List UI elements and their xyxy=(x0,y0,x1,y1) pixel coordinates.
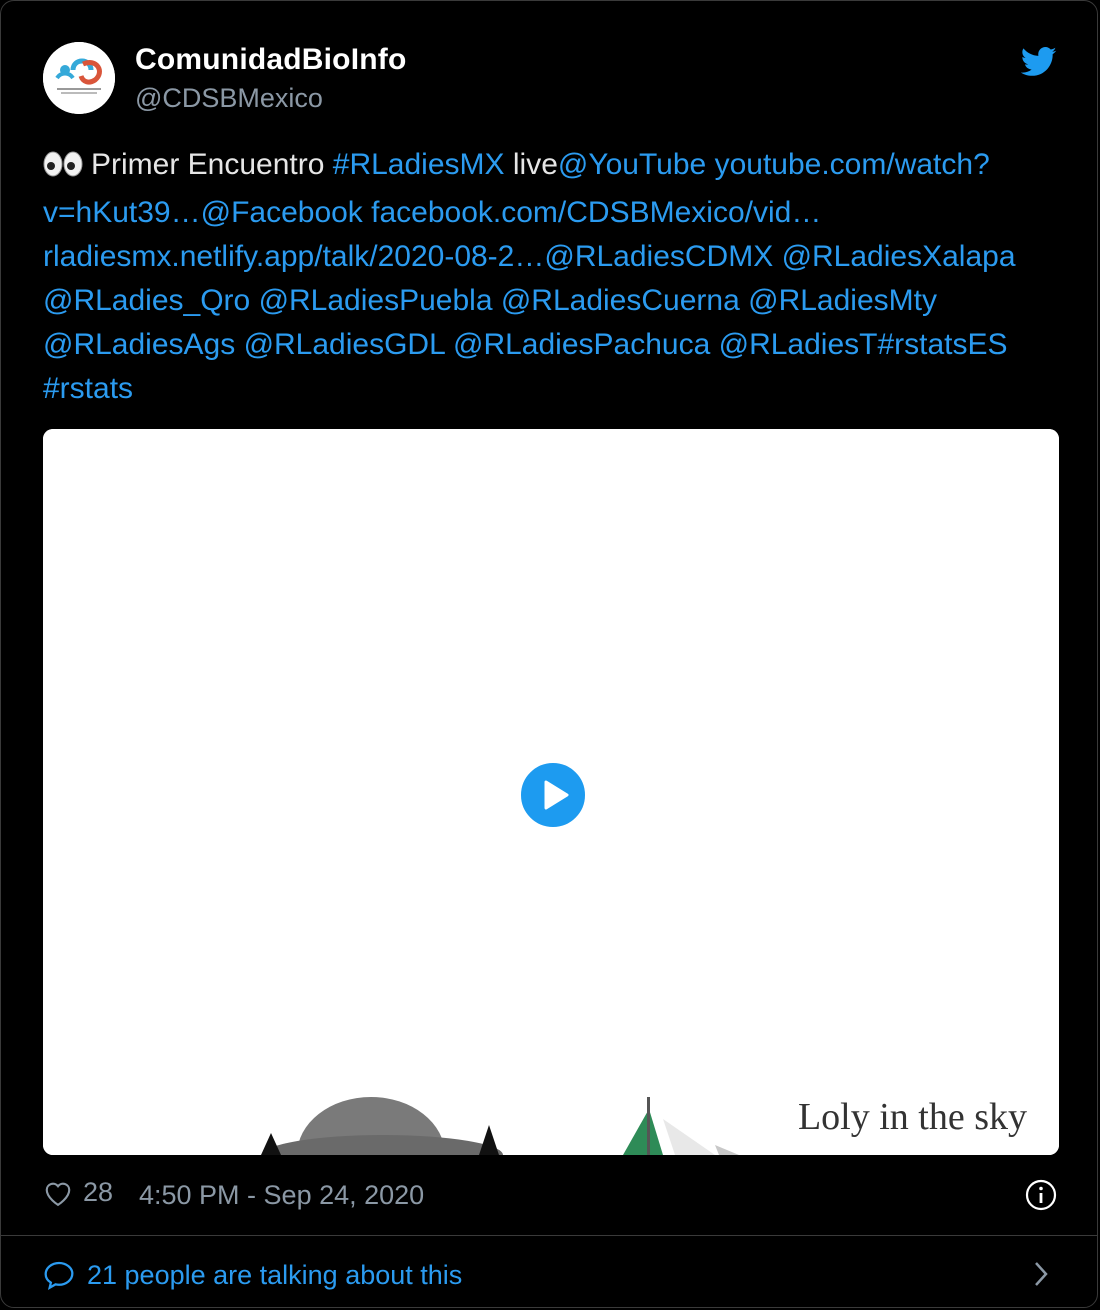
mention-link[interactable]: @RLadies_Qro xyxy=(43,284,250,317)
mention-link[interactable]: @RLadiesT xyxy=(719,328,878,361)
hashtag-link[interactable]: #rstats xyxy=(43,372,133,405)
speech-bubble-icon xyxy=(44,1261,74,1290)
mention-link[interactable]: @RLadiesPachuca xyxy=(453,328,710,361)
video-media[interactable]: Loly in the sky xyxy=(43,429,1059,1155)
mention-link[interactable]: @Facebook xyxy=(201,196,363,229)
account-name[interactable]: ComunidadBioInfo xyxy=(135,43,407,77)
mention-link[interactable]: @RLadiesAgs xyxy=(43,328,235,361)
heart-icon xyxy=(45,1182,71,1206)
hashtag-link[interactable]: #rstatsES xyxy=(877,328,1007,361)
play-icon xyxy=(544,780,569,810)
tweet-text-fragment xyxy=(445,328,453,361)
tweet-text-fragment xyxy=(250,284,258,317)
tweet-embed-card: ComunidadBioInfo @CDSBMexico Primer Encu… xyxy=(0,0,1098,1308)
tweet-text-fragment xyxy=(706,148,714,181)
like-count: 28 xyxy=(83,1177,114,1207)
twitter-bird-icon[interactable] xyxy=(1021,47,1057,77)
mention-link[interactable]: @RLadiesGDL xyxy=(244,328,445,361)
mention-link[interactable]: @RLadiesXalapa xyxy=(782,240,1016,273)
eyes-emoji-icon xyxy=(43,147,83,191)
mention-link[interactable]: @RLadiesPuebla xyxy=(259,284,493,317)
url-link[interactable]: rladiesmx.netlify.app/talk/2020-08-2… xyxy=(43,240,544,273)
tweet-text-fragment xyxy=(493,284,501,317)
mention-link[interactable]: @YouTube xyxy=(558,148,706,181)
tweet-header: ComunidadBioInfo @CDSBMexico xyxy=(43,41,1057,117)
hashtag-link[interactable]: #RLadiesMX xyxy=(333,148,505,181)
conversation-link[interactable]: 21 people are talking about this xyxy=(43,1255,1057,1295)
tweet-timestamp[interactable]: 4:50 PM - Sep 24, 2020 xyxy=(139,1180,424,1211)
chevron-right-icon xyxy=(1035,1262,1048,1286)
footer-divider xyxy=(1,1235,1097,1236)
tweet-text-fragment xyxy=(363,196,371,229)
info-icon[interactable] xyxy=(1025,1179,1057,1211)
url-link[interactable]: facebook.com/CDSBMexico/vid… xyxy=(371,196,821,229)
talking-count-label: 21 people are talking about this xyxy=(87,1259,463,1290)
cdsb-logo-icon xyxy=(43,42,115,114)
tweet-text-fragment xyxy=(235,328,243,361)
tweet-text-fragment: Primer Encuentro xyxy=(91,148,333,181)
media-caption: Loly in the sky xyxy=(797,1096,1027,1138)
tweet-text-fragment: live xyxy=(504,148,558,181)
account-handle[interactable]: @CDSBMexico xyxy=(135,83,323,114)
like-button[interactable]: 28 xyxy=(43,1177,113,1208)
avatar[interactable] xyxy=(43,42,115,114)
tweet-text-fragment xyxy=(773,240,781,273)
mention-link[interactable]: @RLadiesCuerna xyxy=(501,284,740,317)
tweet-text-fragment xyxy=(710,328,718,361)
tweet-text-fragment xyxy=(740,284,748,317)
tweet-footer: 28 4:50 PM - Sep 24, 2020 xyxy=(43,1173,1057,1217)
mention-link[interactable]: @RLadiesCDMX xyxy=(544,240,773,273)
mention-link[interactable]: @RLadiesMty xyxy=(748,284,937,317)
tweet-text: Primer Encuentro #RLadiesMX live@YouTube… xyxy=(43,143,1063,411)
tweet-segments: Primer Encuentro #RLadiesMX live@YouTube… xyxy=(43,148,1016,405)
play-button[interactable] xyxy=(519,761,587,829)
